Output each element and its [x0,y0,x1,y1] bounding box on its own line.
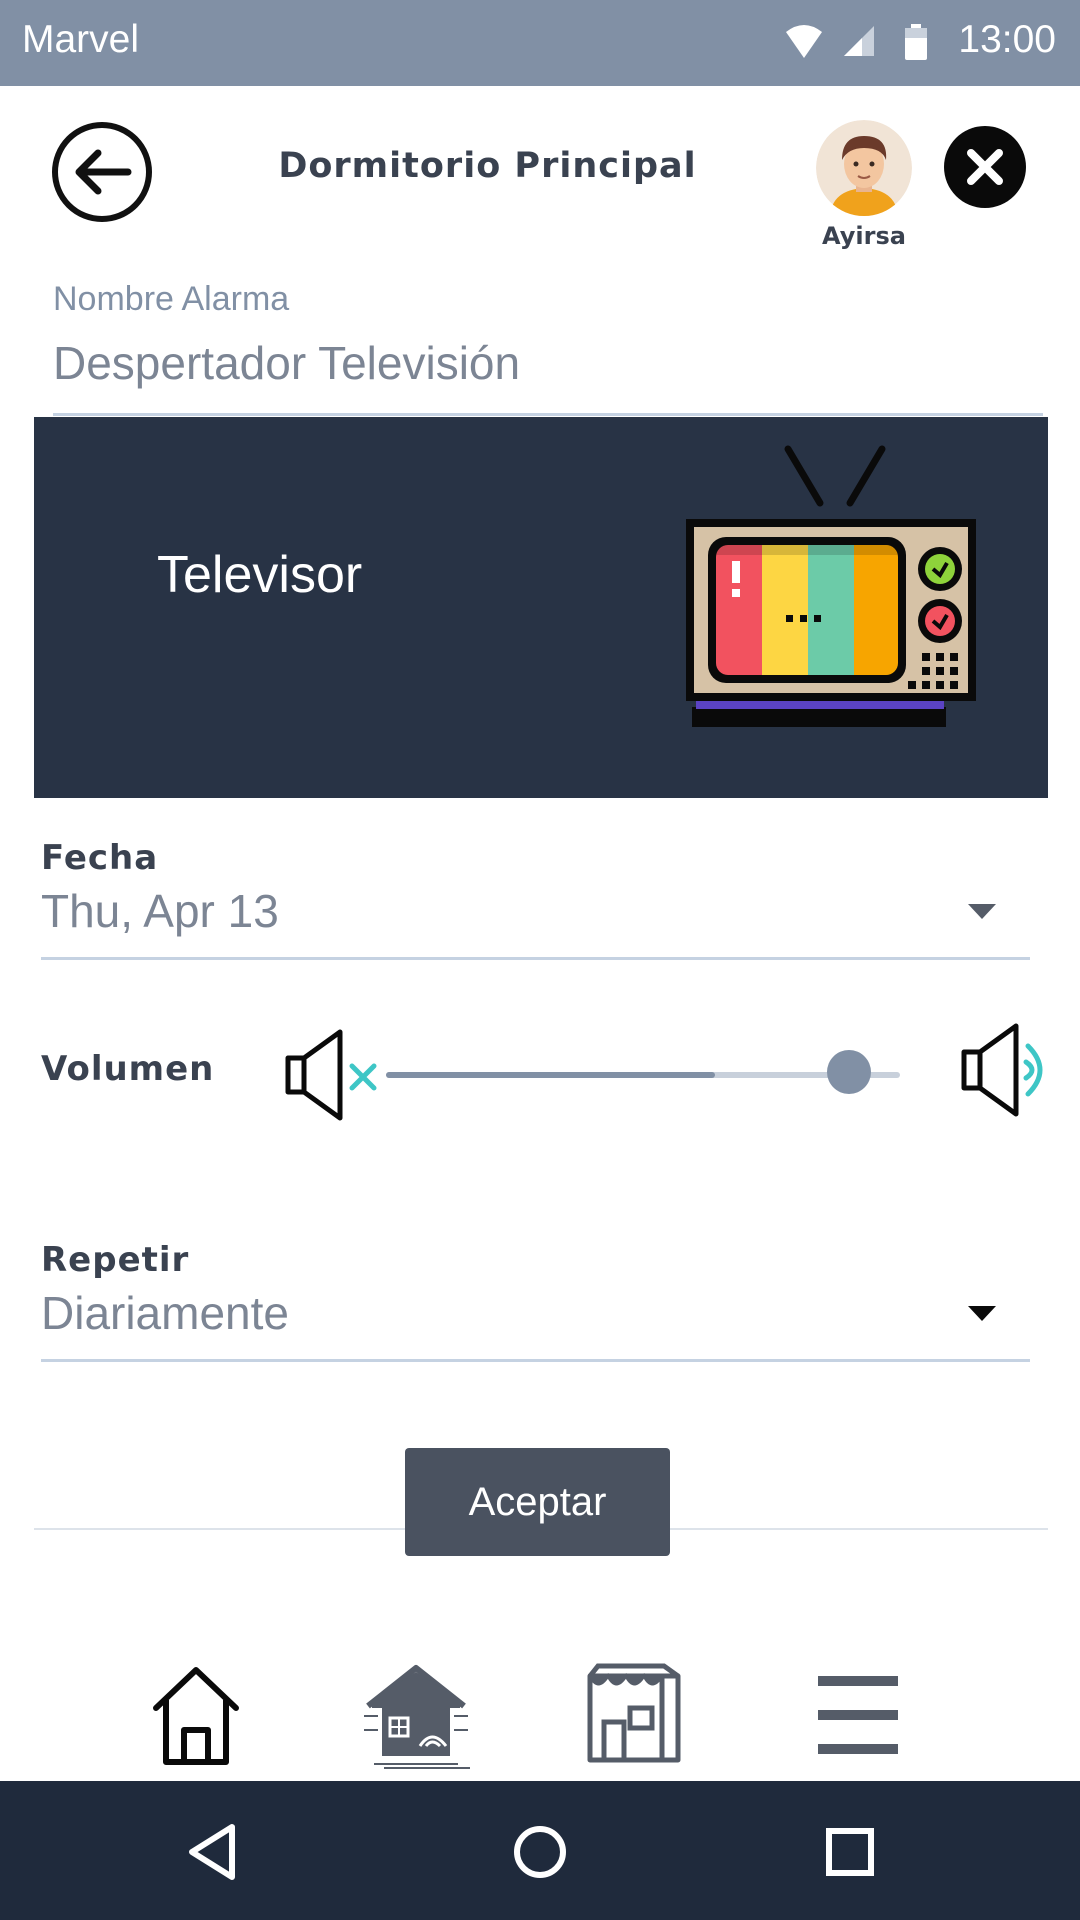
date-select[interactable]: Thu, Apr 13 [41,884,279,938]
television-icon [686,445,976,727]
chevron-down-icon[interactable] [968,1306,996,1321]
wifi-icon [786,25,822,58]
header: Dormitorio Principal Ayirsa [0,86,1080,266]
back-icon[interactable] [180,1817,250,1887]
alarm-name-input[interactable]: Despertador Televisión [53,336,520,390]
store-icon[interactable] [584,1660,684,1770]
avatar[interactable] [816,120,912,216]
battery-icon [905,24,927,60]
system-nav-bar [0,1781,1080,1920]
close-circle-icon[interactable] [944,126,1026,208]
repeat-underline [41,1359,1030,1362]
status-bar: Marvel 13:00 [0,0,1080,86]
recents-icon[interactable] [815,1817,885,1887]
carrier-name: Marvel [22,18,140,61]
accept-button[interactable]: Aceptar [405,1448,670,1556]
date-underline [41,957,1030,960]
home-circle-icon[interactable] [505,1817,575,1887]
clock: 13:00 [958,18,1056,61]
smart-home-icon[interactable] [360,1660,472,1770]
bottom-tab-bar [0,1660,1080,1780]
date-label: Fecha [41,838,159,878]
device-card[interactable]: Televisor [34,417,1048,798]
volume-label: Volumen [41,1049,215,1089]
repeat-label: Repetir [41,1240,190,1280]
signal-icon [844,26,874,56]
volume-slider-track[interactable] [386,1072,900,1078]
volume-mute-icon[interactable] [282,1028,382,1122]
arrow-left-circle-icon[interactable] [50,120,154,224]
page-title: Dormitorio Principal [278,146,697,186]
volume-slider-thumb[interactable] [826,1050,871,1094]
chevron-down-icon[interactable] [968,904,996,919]
volume-max-icon[interactable] [960,1022,1060,1118]
device-name: Televisor [157,546,363,604]
home-icon[interactable] [150,1660,242,1770]
volume-slider-fill [386,1072,715,1078]
user-name: Ayirsa [822,222,906,250]
alarm-name-label: Nombre Alarma [53,280,290,318]
repeat-select[interactable]: Diariamente [41,1286,289,1340]
menu-icon[interactable] [816,1660,900,1770]
alarm-name-field[interactable]: Nombre Alarma Despertador Televisión [53,280,1043,416]
